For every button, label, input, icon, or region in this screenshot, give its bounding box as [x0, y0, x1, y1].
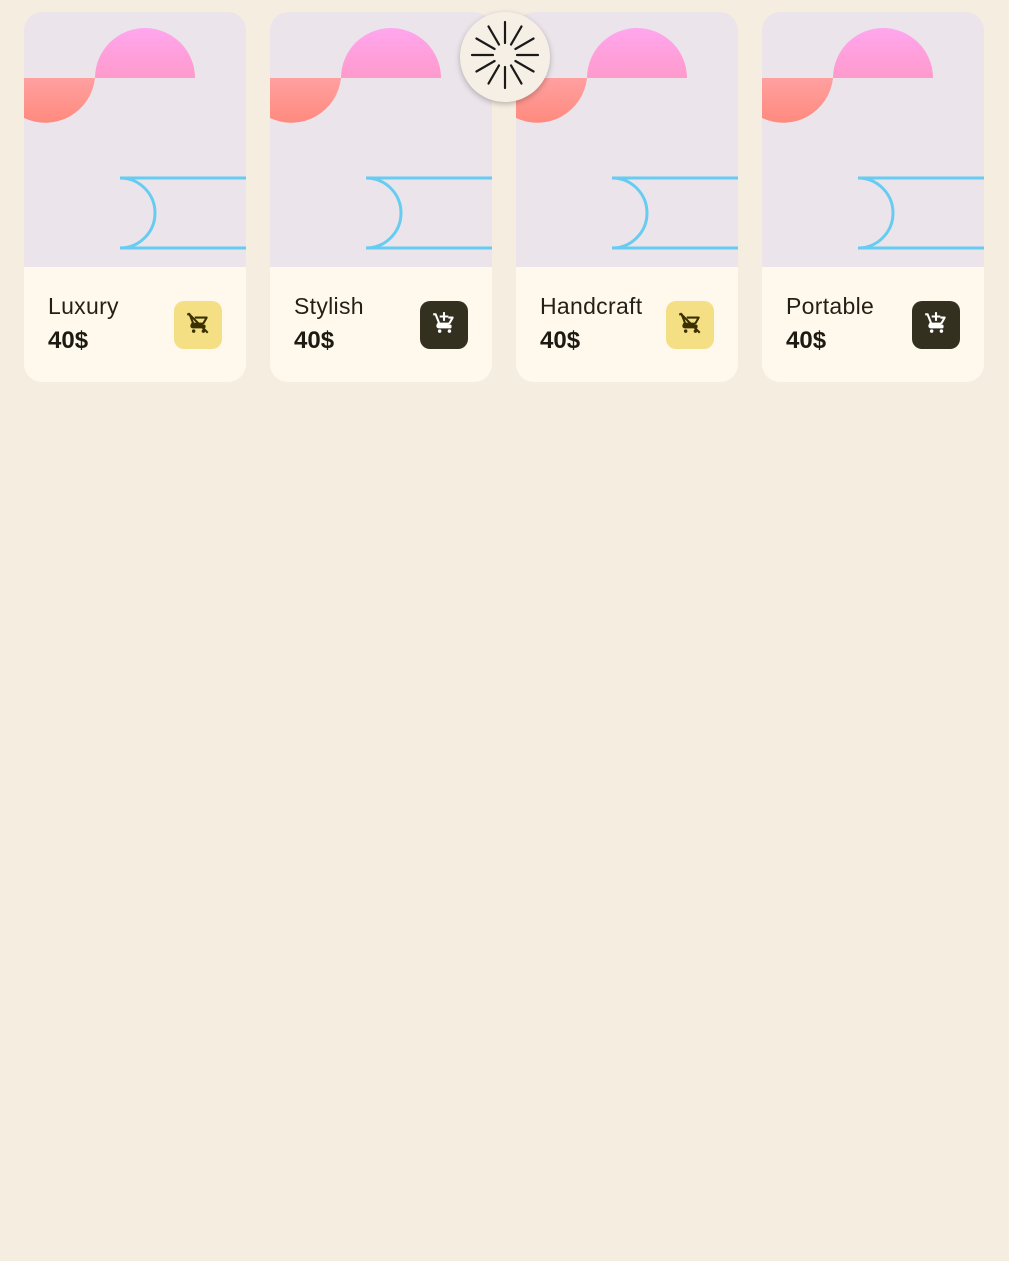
product-card[interactable]: Stylish 40$	[270, 12, 492, 382]
product-card[interactable]: Portable 40$	[762, 12, 984, 382]
spinner-icon	[470, 20, 540, 95]
remove-from-cart-button[interactable]	[174, 301, 222, 349]
product-image	[270, 12, 492, 267]
add-shopping-cart-icon	[923, 310, 949, 341]
remove-from-cart-button[interactable]	[666, 301, 714, 349]
product-name: Stylish	[294, 293, 364, 319]
product-name: Handcraft	[540, 293, 643, 319]
product-info: Portable 40$	[762, 267, 984, 382]
product-price: 40$	[294, 327, 335, 354]
add-shopping-cart-icon	[431, 310, 457, 341]
remove-shopping-cart-icon	[677, 310, 703, 341]
loading-spinner	[460, 12, 550, 102]
add-to-cart-button[interactable]	[912, 301, 960, 349]
product-name: Luxury	[48, 293, 119, 319]
product-name: Portable	[786, 293, 875, 319]
product-image	[762, 12, 984, 267]
product-price: 40$	[540, 327, 581, 354]
product-info: Handcraft 40$	[516, 267, 738, 382]
product-price: 40$	[786, 327, 827, 354]
product-image	[24, 12, 246, 267]
add-to-cart-button[interactable]	[420, 301, 468, 349]
product-info: Luxury 40$	[24, 267, 246, 382]
product-info: Stylish 40$	[270, 267, 492, 382]
remove-shopping-cart-icon	[185, 310, 211, 341]
product-card[interactable]: Handcraft 40$	[516, 12, 738, 382]
product-price: 40$	[48, 327, 89, 354]
product-card[interactable]: Luxury 40$	[24, 12, 246, 382]
